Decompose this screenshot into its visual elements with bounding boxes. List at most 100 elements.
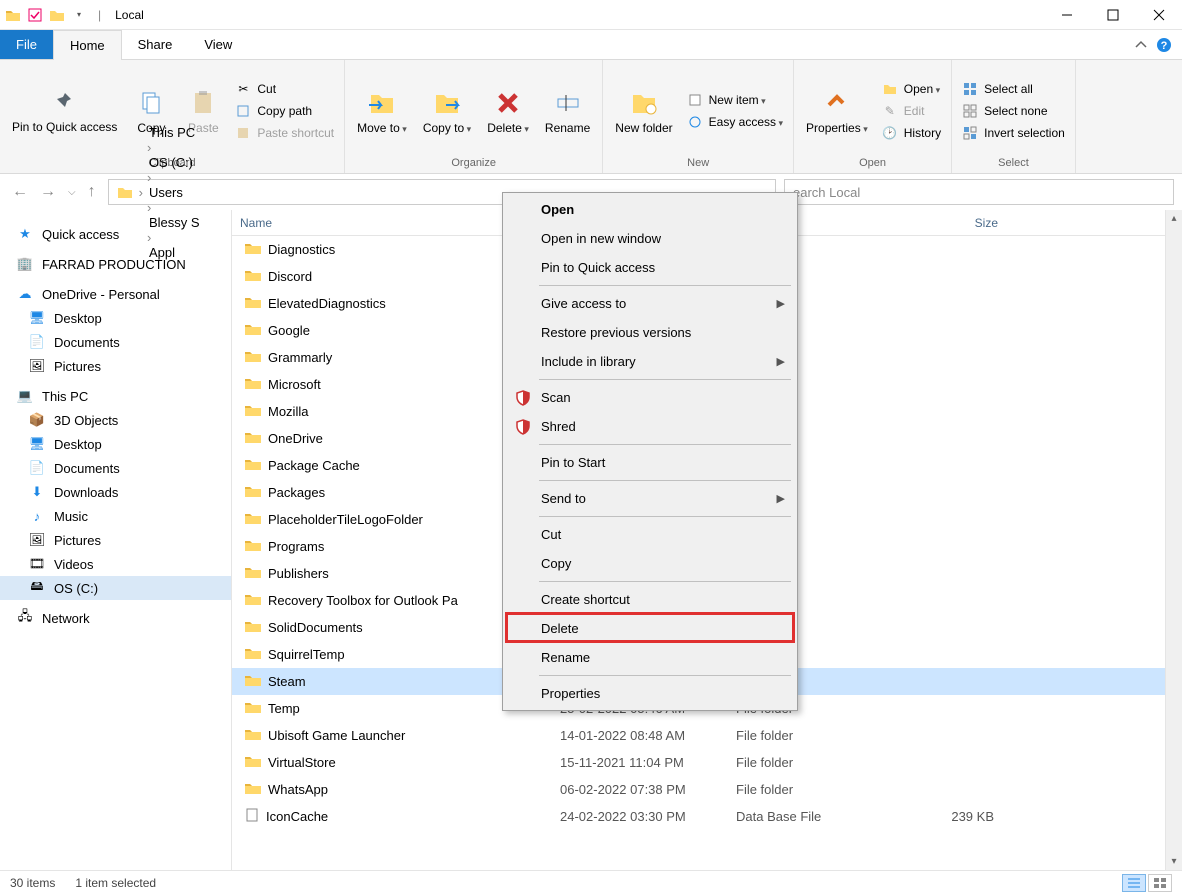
context-item-pin-to-quick-access[interactable]: Pin to Quick access: [505, 253, 795, 282]
qat-dropdown-icon[interactable]: ▾: [70, 6, 88, 24]
context-item-label: Rename: [541, 650, 590, 665]
easy-access-button[interactable]: Easy access: [683, 112, 787, 132]
qat-properties-checkbox-icon[interactable]: [26, 6, 44, 24]
submenu-arrow-icon: ▶: [777, 297, 785, 310]
tab-view[interactable]: View: [188, 30, 248, 59]
context-item-shred[interactable]: Shred: [505, 412, 795, 441]
file-row[interactable]: WhatsApp06-02-2022 07:38 PMFile folder: [232, 776, 1182, 803]
context-item-scan[interactable]: Scan: [505, 383, 795, 412]
view-large-icons-button[interactable]: [1148, 874, 1172, 892]
view-details-button[interactable]: [1122, 874, 1146, 892]
edit-button[interactable]: ✎Edit: [878, 101, 945, 121]
copy-to-button[interactable]: Copy to: [417, 85, 477, 137]
nav-network[interactable]: 🖧Network: [0, 606, 231, 630]
maximize-button[interactable]: [1090, 0, 1136, 30]
nav-desktop[interactable]: 🖥Desktop: [0, 432, 231, 456]
navigation-pane[interactable]: ★Quick access 🏢FARRAD PRODUCTION ☁OneDri…: [0, 210, 232, 870]
up-button[interactable]: ↑: [88, 183, 96, 201]
nav-onedrive[interactable]: ☁OneDrive - Personal: [0, 282, 231, 306]
context-item-pin-to-start[interactable]: Pin to Start: [505, 448, 795, 477]
scroll-down-icon[interactable]: ▾: [1166, 853, 1182, 870]
file-row[interactable]: VirtualStore15-11-2021 11:04 PMFile fold…: [232, 749, 1182, 776]
folder-icon: [244, 781, 262, 798]
tab-file[interactable]: File: [0, 30, 53, 59]
tab-share[interactable]: Share: [122, 30, 189, 59]
select-all-button[interactable]: Select all: [958, 79, 1069, 99]
nav-od-desktop[interactable]: 🖥Desktop: [0, 306, 231, 330]
open-button[interactable]: Open: [878, 79, 945, 99]
paste-shortcut-button[interactable]: Paste shortcut: [231, 123, 338, 143]
chevron-icon[interactable]: ›: [137, 185, 145, 200]
scroll-up-icon[interactable]: ▴: [1166, 210, 1182, 227]
file-row[interactable]: Ubisoft Game Launcher14-01-2022 08:48 AM…: [232, 722, 1182, 749]
chevron-icon[interactable]: ›: [145, 140, 153, 155]
submenu-arrow-icon: ▶: [777, 492, 785, 505]
context-item-open[interactable]: Open: [505, 195, 795, 224]
nav-music[interactable]: ♪Music: [0, 504, 231, 528]
context-item-create-shortcut[interactable]: Create shortcut: [505, 585, 795, 614]
breadcrumb-item[interactable]: OS (C:): [145, 155, 204, 170]
new-item-button[interactable]: New item: [683, 90, 787, 110]
nav-downloads[interactable]: ⬇Downloads: [0, 480, 231, 504]
col-size[interactable]: Size: [886, 216, 1006, 230]
breadcrumb-item[interactable]: This PC: [145, 125, 204, 140]
copy-path-button[interactable]: Copy path: [231, 101, 338, 121]
select-none-button[interactable]: Select none: [958, 101, 1069, 121]
tab-home[interactable]: Home: [53, 30, 122, 60]
context-item-send-to[interactable]: Send to▶: [505, 484, 795, 513]
context-item-open-in-new-window[interactable]: Open in new window: [505, 224, 795, 253]
back-button[interactable]: ←: [12, 183, 28, 201]
nav-videos[interactable]: 🎞Videos: [0, 552, 231, 576]
breadcrumb-item[interactable]: Users: [145, 185, 204, 200]
context-item-rename[interactable]: Rename: [505, 643, 795, 672]
nav-od-pictures[interactable]: 🖼Pictures: [0, 354, 231, 378]
context-item-restore-previous-versions[interactable]: Restore previous versions: [505, 318, 795, 347]
minimize-button[interactable]: [1044, 0, 1090, 30]
file-name: Steam: [268, 674, 306, 689]
file-row[interactable]: IconCache24-02-2022 03:30 PMData Base Fi…: [232, 803, 1182, 830]
collapse-ribbon-icon[interactable]: [1134, 38, 1148, 52]
nav-documents[interactable]: 📄Documents: [0, 456, 231, 480]
shield-icon: [513, 388, 533, 408]
cut-button[interactable]: ✂Cut: [231, 79, 338, 99]
pin-to-quick-access-button[interactable]: Pin to Quick access: [6, 85, 123, 136]
download-icon: ⬇: [28, 484, 46, 500]
delete-button[interactable]: Delete: [481, 85, 535, 137]
properties-button[interactable]: Properties: [800, 85, 874, 137]
nav-pictures[interactable]: 🖼Pictures: [0, 528, 231, 552]
quick-access-toolbar: ▾ | Local: [0, 6, 148, 24]
vertical-scrollbar[interactable]: ▴ ▾: [1165, 210, 1182, 870]
context-item-include-in-library[interactable]: Include in library▶: [505, 347, 795, 376]
forward-button[interactable]: →: [40, 183, 56, 201]
context-item-cut[interactable]: Cut: [505, 520, 795, 549]
nav-3d-objects[interactable]: 📦3D Objects: [0, 408, 231, 432]
search-input[interactable]: earch Local: [784, 179, 1174, 205]
context-item-copy[interactable]: Copy: [505, 549, 795, 578]
separator: |: [98, 8, 101, 22]
nav-os-c[interactable]: 🖴OS (C:): [0, 576, 231, 600]
nav-quick-access[interactable]: ★Quick access: [0, 222, 231, 246]
new-folder-button[interactable]: New folder: [609, 85, 678, 137]
context-item-label: Properties: [541, 686, 600, 701]
nav-od-documents[interactable]: 📄Documents: [0, 330, 231, 354]
ribbon-group-open: Properties Open ✎Edit 🕑History Open: [794, 60, 952, 173]
context-item-label: Pin to Quick access: [541, 260, 655, 275]
context-item-properties[interactable]: Properties: [505, 679, 795, 708]
context-item-delete[interactable]: Delete: [505, 614, 795, 643]
rename-button[interactable]: Rename: [539, 85, 596, 137]
recent-dropdown-icon[interactable]: ⌵: [68, 187, 76, 198]
chevron-icon[interactable]: ›: [145, 170, 153, 185]
file-type: File folder: [736, 755, 886, 770]
submenu-arrow-icon: ▶: [777, 355, 785, 368]
context-item-give-access-to[interactable]: Give access to▶: [505, 289, 795, 318]
scroll-track[interactable]: [1166, 227, 1182, 853]
close-button[interactable]: [1136, 0, 1182, 30]
nav-farrad[interactable]: 🏢FARRAD PRODUCTION: [0, 252, 231, 276]
folder-open-icon[interactable]: [48, 6, 66, 24]
picture-icon: 🖼: [28, 532, 46, 548]
history-button[interactable]: 🕑History: [878, 123, 945, 143]
invert-selection-button[interactable]: Invert selection: [958, 123, 1069, 143]
nav-this-pc[interactable]: 💻This PC: [0, 384, 231, 408]
move-to-button[interactable]: Move to: [351, 85, 413, 137]
help-icon[interactable]: ?: [1156, 37, 1172, 53]
